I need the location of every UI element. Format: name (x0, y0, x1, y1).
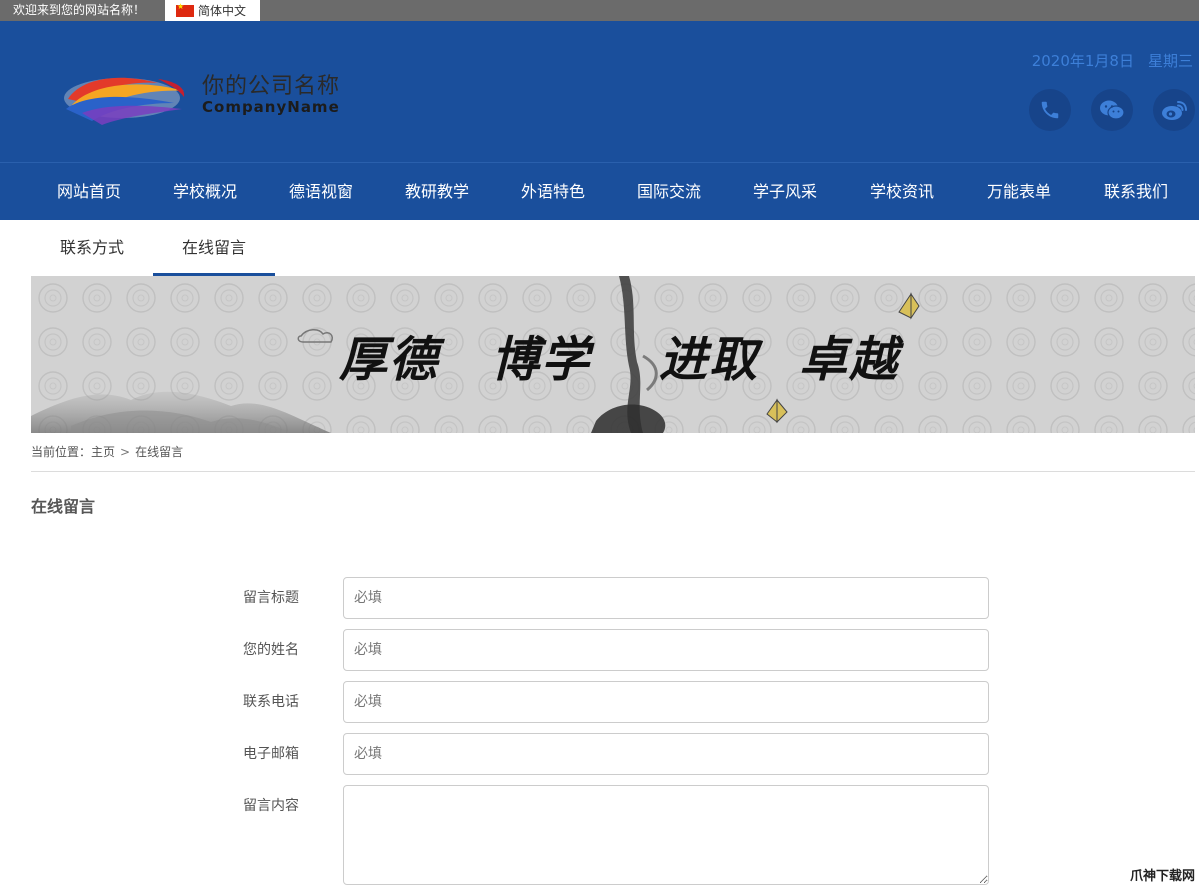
watermark-logo: 爪神下载网 (1129, 869, 1195, 884)
phone-label: 联系电话 (243, 694, 299, 710)
banner-word-1: 厚德 (339, 332, 440, 388)
site-header: 你的公司名称 CompanyName 2020年1月8日 星期三 (0, 21, 1199, 162)
page-title: 在线留言 (31, 497, 96, 516)
nav-item-teaching-research[interactable]: 教研教学 (405, 163, 469, 220)
top-bar: 欢迎来到您的网站名称！ 简体中文 (0, 0, 1199, 21)
sub-tabs: 联系方式 在线留言 (0, 220, 1199, 276)
nav-item-school-overview[interactable]: 学校概况 (173, 163, 237, 220)
divider (31, 471, 1195, 472)
phone-button[interactable] (1029, 89, 1071, 131)
phone-icon (1041, 101, 1059, 119)
weibo-icon (1162, 101, 1187, 120)
welcome-text: 欢迎来到您的网站名称！ (13, 3, 146, 17)
phone-input[interactable] (343, 681, 989, 723)
weibo-button[interactable] (1153, 89, 1195, 131)
wechat-button[interactable] (1091, 89, 1133, 131)
tab-online-message[interactable]: 在线留言 (153, 220, 275, 276)
breadcrumb-separator: > (120, 445, 131, 459)
nav-item-international[interactable]: 国际交流 (637, 163, 701, 220)
content-textarea[interactable] (343, 785, 989, 885)
name-label: 您的姓名 (243, 642, 299, 658)
email-input[interactable] (343, 733, 989, 775)
wechat-icon (1100, 100, 1125, 120)
banner-word-4: 卓越 (799, 332, 900, 388)
breadcrumb: 当前位置：主页 > 在线留言 (31, 444, 183, 460)
name-input[interactable] (343, 629, 989, 671)
company-name-en: CompanyName (202, 98, 340, 116)
company-logo[interactable]: 你的公司名称 CompanyName (62, 69, 422, 127)
main-nav: 网站首页 学校概况 德语视窗 教研教学 外语特色 国际交流 学子风采 学校资讯 … (0, 162, 1199, 220)
title-input[interactable] (343, 577, 989, 619)
content-label: 留言内容 (243, 798, 299, 814)
date-text: 2020年1月8日 (1031, 52, 1134, 70)
title-label: 留言标题 (243, 590, 299, 606)
company-name-cn: 你的公司名称 (202, 74, 341, 99)
breadcrumb-prefix: 当前位置： (31, 445, 92, 459)
banner-word-3: 进取 (659, 332, 760, 388)
nav-item-home[interactable]: 网站首页 (57, 163, 121, 220)
tab-contact-info[interactable]: 联系方式 (31, 220, 153, 276)
header-date: 2020年1月8日 星期三 (1032, 52, 1193, 70)
nav-item-universal-form[interactable]: 万能表单 (987, 163, 1051, 220)
nav-item-contact[interactable]: 联系我们 (1104, 163, 1168, 220)
ink-painting-banner (31, 276, 1195, 433)
banner-image: 厚德 博学 进取 卓越 (31, 276, 1195, 433)
banner-word-2: 博学 (491, 332, 592, 388)
nav-item-language-features[interactable]: 外语特色 (521, 163, 585, 220)
breadcrumb-home-link[interactable]: 主页 (91, 445, 115, 459)
china-flag-icon (176, 2, 194, 17)
breadcrumb-current: 在线留言 (135, 445, 184, 459)
nav-item-school-news[interactable]: 学校资讯 (870, 163, 934, 220)
language-label: 简体中文 (198, 3, 247, 18)
logo-swirl-icon (64, 77, 185, 125)
nav-item-students[interactable]: 学子风采 (753, 163, 817, 220)
nav-item-german-window[interactable]: 德语视窗 (289, 163, 353, 220)
language-switcher[interactable]: 简体中文 (165, 0, 260, 21)
email-label: 电子邮箱 (243, 746, 299, 762)
weekday-text: 星期三 (1147, 52, 1193, 70)
